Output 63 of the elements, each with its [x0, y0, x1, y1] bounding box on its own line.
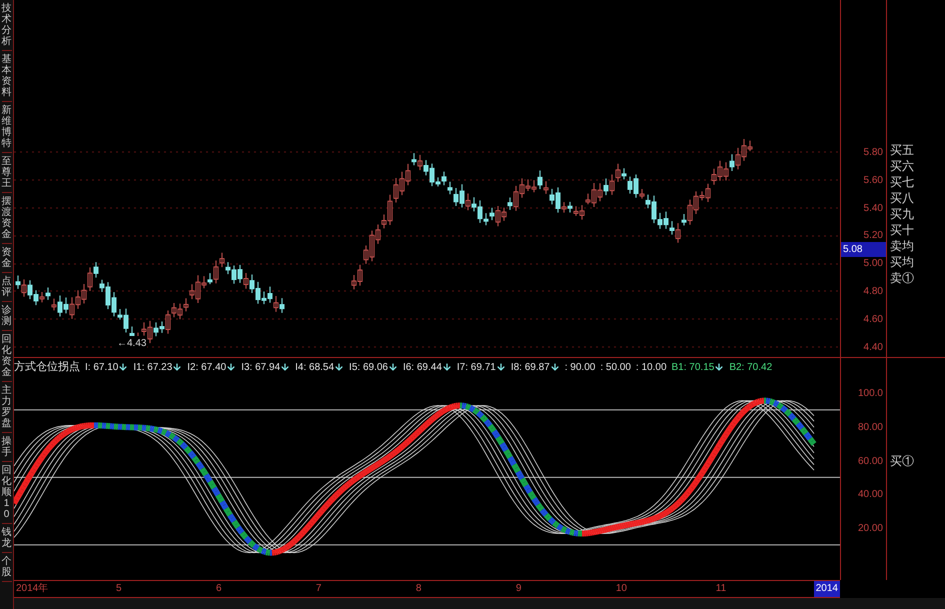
order-label: 买九	[890, 206, 915, 222]
price-axis-label: 5.20	[864, 229, 883, 244]
indicator-value: : 10.00	[636, 360, 667, 374]
side-tab[interactable]: 回化顺10	[2, 462, 12, 524]
indicator-value: : 50.00	[600, 360, 631, 374]
price-axis-label: 5.00	[864, 257, 883, 272]
indicator-value: I5: 69.06	[349, 360, 388, 374]
indicator-value: I3: 67.94	[241, 360, 280, 374]
side-tab[interactable]: 主力罗盘	[2, 382, 12, 433]
side-tab[interactable]: 钱龙	[2, 524, 12, 553]
indicator-axis-label: 20.00	[858, 522, 883, 536]
side-tab[interactable]: 操手	[2, 433, 12, 462]
price-axis-label: 4.40	[864, 340, 883, 355]
side-tab[interactable]: 技术分析	[2, 0, 12, 51]
order-label: 卖均	[890, 238, 915, 254]
side-tab[interactable]: 回化资金	[2, 331, 12, 382]
indicator-axis-label: 40.00	[858, 488, 883, 502]
side-tab[interactable]: 点评	[2, 273, 12, 302]
date-axis-label: 5	[114, 582, 123, 596]
side-tab[interactable]: 诊测	[2, 302, 12, 331]
indicator-axis-label: 80.00	[858, 420, 883, 435]
current-price-tag: 5.08	[841, 242, 886, 257]
price-axis-label: 4.80	[864, 285, 883, 299]
date-axis-label: 2014年	[15, 582, 50, 596]
date-axis-label: 2014	[814, 581, 840, 597]
order-label: 买六	[890, 158, 915, 174]
indicator-value: I8: 69.87	[510, 360, 550, 374]
indicator-axis-label: 60.00	[858, 454, 883, 468]
order-label: 买七	[890, 174, 915, 190]
side-tab[interactable]: 基本资料	[2, 51, 12, 102]
side-tab[interactable]: 资金	[2, 244, 12, 273]
side-tab[interactable]: 至尊王	[2, 153, 12, 193]
date-axis-label: 10	[614, 582, 628, 596]
indicator-axis-label: 100.0	[858, 387, 883, 401]
order-label: 买五	[890, 142, 915, 158]
date-axis-label: 6	[214, 582, 222, 596]
side-tab[interactable]: 个股	[2, 553, 12, 582]
date-axis-label: 11	[714, 582, 728, 596]
date-axis-label: 9	[514, 582, 522, 596]
indicator-value: : 90.00	[564, 360, 596, 374]
order-label: 买八	[890, 190, 915, 206]
date-axis-label: 7	[314, 582, 322, 596]
order-label: 买均	[890, 254, 915, 270]
indicator-value: I6: 69.44	[402, 360, 442, 374]
indicator-value: B2: 70.42	[729, 360, 772, 374]
date-axis-label: 8	[414, 582, 422, 596]
price-axis-label: 5.60	[864, 174, 883, 188]
order-label: 买十	[890, 222, 915, 238]
side-tab[interactable]: 摆渡资金	[2, 193, 12, 244]
indicator-value: I4: 68.54	[295, 360, 334, 374]
price-axis-label: 5.80	[864, 146, 883, 160]
low-price-label: ←4.43	[116, 336, 148, 351]
side-tab[interactable]: 新维博特	[2, 102, 12, 153]
indicator-value: B1: 70.15	[672, 360, 714, 374]
price-axis-label: 5.40	[864, 202, 883, 216]
indicator-value: I: 67.10	[85, 360, 118, 374]
price-axis-label: 4.60	[864, 312, 883, 327]
indicator-value: I1: 67.23	[133, 360, 172, 374]
order-label: 卖①	[890, 270, 915, 286]
indicator-name: 方式仓位拐点	[14, 360, 80, 375]
indicator-value: I2: 67.40	[187, 360, 226, 374]
order-label: 买①	[890, 453, 914, 470]
indicator-value: I7: 69.71	[456, 360, 496, 374]
